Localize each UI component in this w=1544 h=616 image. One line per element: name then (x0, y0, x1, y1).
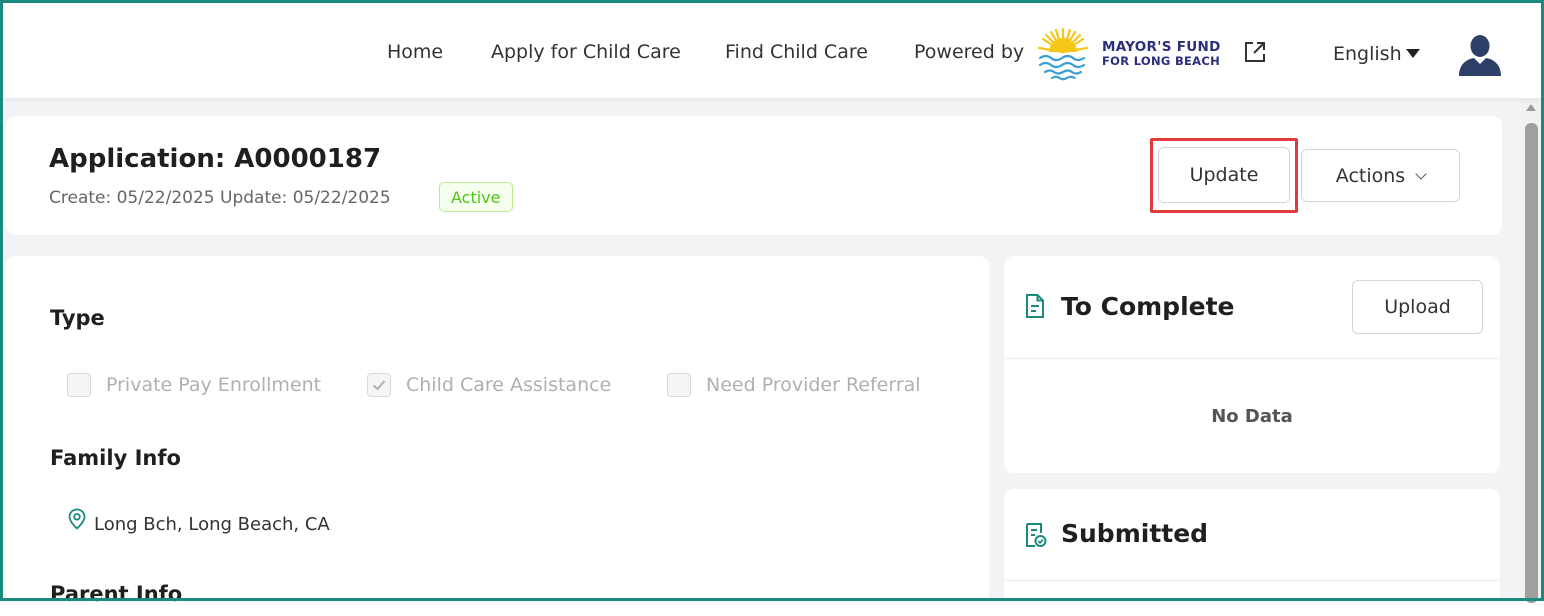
logo-line-1: MAYOR'S FUND (1102, 39, 1221, 55)
location-pin-icon (68, 508, 86, 530)
document-icon (1026, 294, 1044, 318)
type-heading: Type (50, 306, 105, 330)
submitted-card: Submitted (1004, 489, 1500, 616)
chevron-down-icon (1415, 167, 1427, 180)
caret-down-icon[interactable] (1406, 49, 1420, 58)
scrollbar-thumb[interactable] (1525, 123, 1538, 603)
actions-label: Actions (1335, 164, 1406, 187)
to-complete-card: To Complete Upload No Data (1004, 256, 1500, 473)
family-location-text: Long Bch, Long Beach, CA (94, 514, 330, 535)
divider (1004, 358, 1500, 359)
top-navigation-bar: Home Apply for Child Care Find Child Car… (3, 3, 1541, 98)
submitted-document-icon (1026, 523, 1047, 547)
checkbox-box[interactable] (67, 373, 91, 397)
external-link-icon[interactable] (1243, 40, 1267, 64)
checkbox-label: Child Care Assistance (406, 374, 612, 396)
powered-by-label: Powered by (914, 41, 1025, 63)
nav-apply-link[interactable]: Apply for Child Care (491, 41, 681, 63)
nav-home-link[interactable]: Home (387, 41, 443, 63)
checkmark-icon (372, 380, 386, 391)
application-details-card: Type Private Pay Enrollment Child Care A… (6, 256, 989, 616)
application-dates: Create: 05/22/2025 Update: 05/22/2025 (49, 188, 391, 208)
to-complete-title: To Complete (1061, 292, 1235, 321)
empty-state-text: No Data (1211, 406, 1293, 427)
submitted-title: Submitted (1061, 519, 1209, 548)
language-selector[interactable]: English (1333, 43, 1402, 65)
actions-dropdown-button[interactable]: Actions (1301, 149, 1460, 202)
logo-line-2: FOR LONG BEACH (1102, 54, 1221, 68)
user-avatar-icon[interactable] (1457, 34, 1503, 76)
mayors-fund-logo-text[interactable]: MAYOR'S FUND FOR LONG BEACH (1102, 40, 1221, 68)
divider (1004, 580, 1500, 581)
highlight-box (1150, 138, 1298, 213)
parent-info-heading: Parent Info (50, 582, 183, 606)
checkbox-box[interactable] (367, 373, 391, 397)
checkbox-label: Private Pay Enrollment (106, 374, 322, 396)
family-info-heading: Family Info (50, 446, 181, 470)
upload-button[interactable]: Upload (1352, 280, 1483, 334)
mayors-fund-logo-icon[interactable] (1037, 25, 1089, 81)
page-title: Application: A0000187 (49, 144, 382, 174)
scroll-up-arrow-icon[interactable] (1526, 104, 1536, 111)
checkbox-label: Need Provider Referral (706, 374, 921, 396)
status-badge: Active (439, 182, 513, 212)
nav-find-link[interactable]: Find Child Care (725, 41, 868, 63)
vertical-scrollbar[interactable] (1521, 98, 1541, 603)
checkbox-box[interactable] (667, 373, 691, 397)
